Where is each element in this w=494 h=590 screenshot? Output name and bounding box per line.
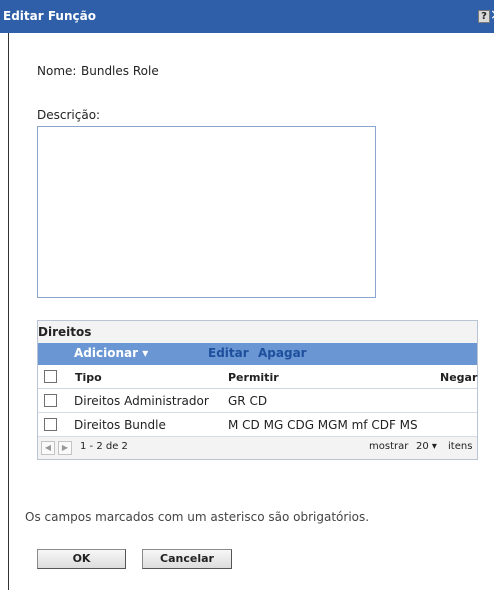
column-header-deny[interactable]: Negar <box>440 371 477 384</box>
add-button[interactable]: Adicionar ▾ <box>74 346 148 360</box>
description-label: Descrição: <box>37 108 101 122</box>
help-icon[interactable]: ? <box>478 10 490 23</box>
table-row[interactable]: Direitos Administrador GR CD <box>38 389 477 413</box>
dialog-title: Editar Função <box>3 9 96 23</box>
dialog-titlebar: Editar Função ? × <box>0 0 494 33</box>
name-value: Bundles Role <box>81 64 159 78</box>
cancel-button[interactable]: Cancelar <box>142 549 232 569</box>
column-header-type[interactable]: Tipo <box>75 371 102 384</box>
column-header-allow[interactable]: Permitir <box>228 371 279 384</box>
pager: ◀ ▶ 1 - 2 de 2 mostrar 20 ▾ itens <box>38 437 477 459</box>
next-page-icon[interactable]: ▶ <box>58 441 72 455</box>
pager-show-label: mostrar <box>369 441 409 452</box>
page-size-select[interactable]: 20 ▾ <box>416 441 437 452</box>
table-row[interactable]: Direitos Bundle M CD MG CDG MGM mf CDF M… <box>38 413 477 437</box>
required-fields-note: Os campos marcados com um asterisco são … <box>25 510 370 524</box>
row-allow: GR CD <box>228 394 268 408</box>
edit-button[interactable]: Editar <box>208 346 249 360</box>
select-all-checkbox[interactable] <box>44 370 57 383</box>
row-checkbox[interactable] <box>44 394 57 407</box>
pager-range: 1 - 2 de 2 <box>80 441 128 452</box>
name-label: Nome: <box>37 64 77 78</box>
delete-button[interactable]: Apagar <box>258 346 307 360</box>
description-textarea[interactable] <box>37 126 376 298</box>
table-header: Tipo Permitir Negar <box>38 365 477 389</box>
ok-button[interactable]: OK <box>37 549 126 569</box>
close-icon[interactable]: × <box>490 8 494 22</box>
previous-page-icon[interactable]: ◀ <box>41 441 55 455</box>
dialog-border <box>8 33 9 590</box>
pager-items-label: itens <box>448 441 473 452</box>
rights-title: Direitos <box>38 321 477 343</box>
row-checkbox[interactable] <box>44 418 57 431</box>
row-allow: M CD MG CDG MGM mf CDF MS <box>228 418 418 432</box>
rights-grid: Direitos Adicionar ▾ Editar Apagar Tipo … <box>37 320 478 460</box>
rights-toolbar: Adicionar ▾ Editar Apagar <box>38 343 477 365</box>
row-type: Direitos Administrador <box>74 394 209 408</box>
row-type: Direitos Bundle <box>74 418 166 432</box>
